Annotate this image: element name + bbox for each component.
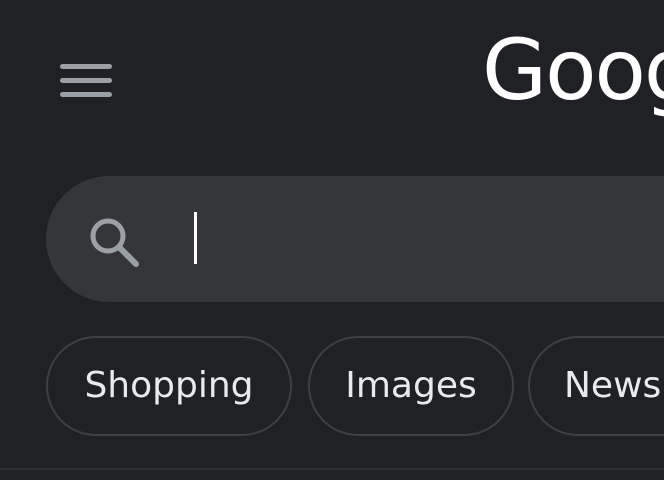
hamburger-menu-icon-bar — [60, 92, 112, 97]
google-logo[interactable]: Goog — [482, 28, 664, 112]
hamburger-menu-icon — [60, 64, 112, 69]
search-icon[interactable] — [86, 214, 142, 270]
text-cursor — [194, 212, 197, 264]
hamburger-menu-icon-bar — [60, 78, 112, 83]
chip-images[interactable]: Images — [308, 336, 514, 436]
chip-news[interactable]: News — [528, 336, 664, 436]
hamburger-menu-button[interactable] — [56, 58, 116, 106]
chip-shopping[interactable]: Shopping — [46, 336, 292, 436]
search-input[interactable] — [200, 206, 624, 272]
google-search-page: Goog Shopping Images News — [0, 0, 664, 480]
divider — [0, 468, 664, 470]
